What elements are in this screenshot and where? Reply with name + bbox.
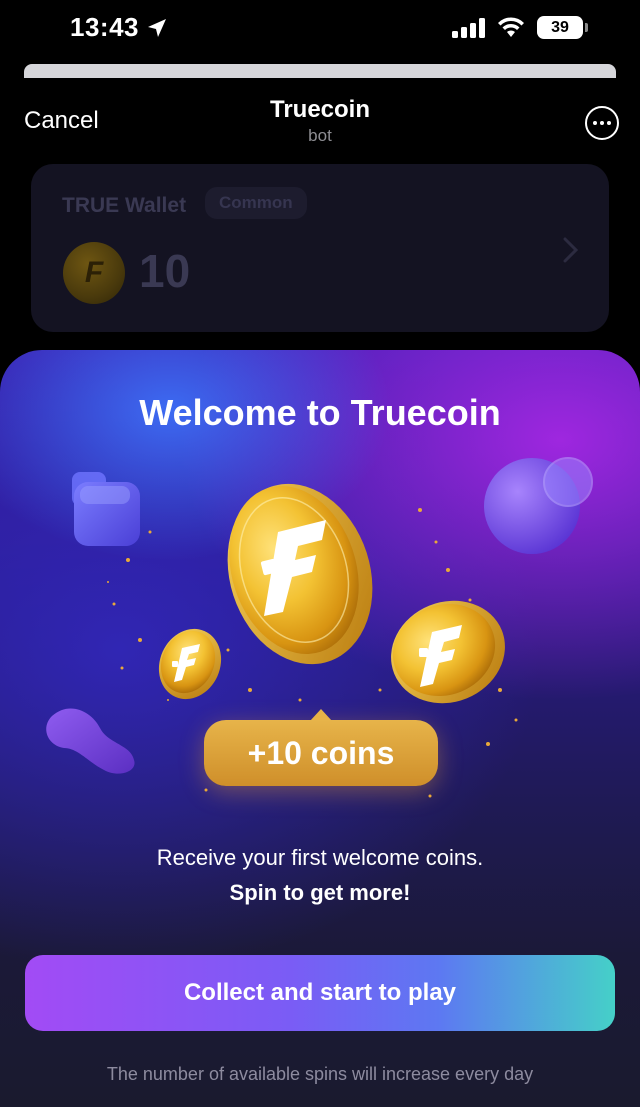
- battery-icon: 39: [537, 16, 583, 39]
- more-dot: [600, 121, 604, 125]
- bot-subtitle: bot: [308, 126, 332, 145]
- welcome-callout: Spin to get more!: [229, 880, 411, 905]
- location-arrow-icon: [148, 19, 166, 37]
- wifi-icon: [498, 17, 524, 37]
- more-dot: [593, 121, 597, 125]
- coin-glyph: F: [84, 256, 104, 289]
- status-time: 13:43: [70, 12, 139, 42]
- wallet-title: TRUE Wallet: [62, 194, 187, 217]
- signal-icon: [452, 18, 485, 38]
- welcome-title: Welcome to Truecoin: [139, 392, 501, 433]
- battery-cap: [585, 23, 588, 32]
- welcome-description: Receive your first welcome coins.: [156, 845, 484, 870]
- wallet-amount: 10: [139, 245, 191, 297]
- collect-and-play-button[interactable]: Collect and start to play: [25, 955, 615, 1031]
- spins-footnote: The number of available spins will incre…: [106, 1064, 534, 1084]
- more-dots-icon[interactable]: [585, 106, 619, 140]
- chevron-right-icon: [563, 237, 579, 263]
- wallet-card: TRUE Wallet Common F 10: [31, 164, 609, 332]
- bot-title: Truecoin: [269, 96, 371, 123]
- battery-level: 39: [551, 18, 569, 36]
- reward-badge: +10 coins: [204, 720, 438, 786]
- status-bar: 13:43 39: [0, 0, 640, 60]
- wallet-rarity-badge: Common: [205, 187, 307, 219]
- coin-icon: F: [63, 242, 125, 304]
- sheet-handle-strip: [24, 64, 616, 78]
- more-dot: [607, 121, 611, 125]
- reward-amount: +10 coins: [247, 734, 395, 771]
